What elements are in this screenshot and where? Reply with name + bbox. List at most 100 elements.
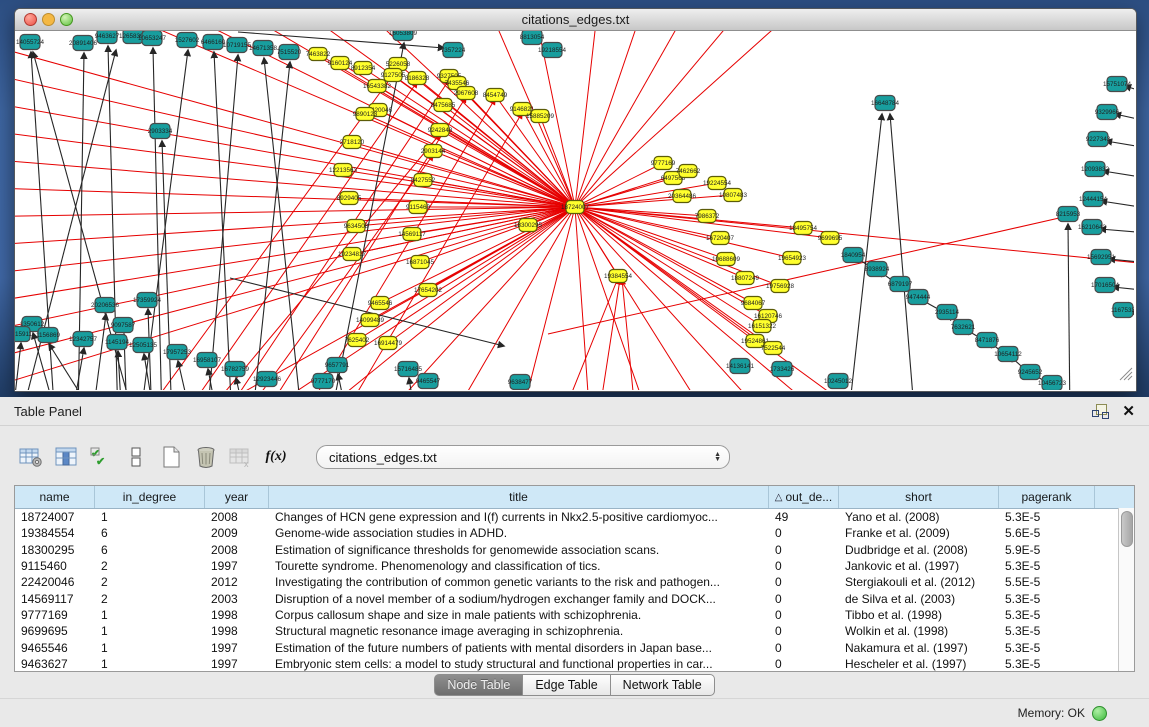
table-cell[interactable]: 0 — [769, 608, 839, 622]
table-cell[interactable]: 5.3E-5 — [999, 559, 1095, 573]
resize-grip[interactable] — [1128, 376, 1132, 380]
table-cell[interactable]: 0 — [769, 526, 839, 540]
selection-mode-icon[interactable]: ✔✔ — [88, 444, 114, 470]
graph-edge[interactable] — [575, 31, 650, 207]
table-row[interactable]: 946362711997Embryonic stem cells: a mode… — [15, 656, 1134, 672]
table-cell[interactable]: 6 — [95, 543, 205, 557]
table-cell[interactable]: 2003 — [205, 592, 269, 606]
function-builder-icon[interactable]: f(x) — [263, 444, 289, 470]
table-cell[interactable]: 1 — [95, 657, 205, 671]
column-chooser-icon[interactable] — [53, 444, 79, 470]
graph-edge[interactable] — [575, 207, 590, 390]
table-cell[interactable]: 5.3E-5 — [999, 657, 1095, 671]
column-header-pagerank[interactable]: pagerank — [999, 486, 1095, 508]
table-cell[interactable]: 9699695 — [15, 624, 95, 638]
graph-edge[interactable] — [575, 207, 755, 341]
table-row[interactable]: 2242004622012Investigating the contribut… — [15, 574, 1134, 590]
graph-edge[interactable] — [575, 31, 600, 207]
graph-edge[interactable] — [71, 348, 84, 390]
table-cell[interactable]: 19384554 — [15, 526, 95, 540]
graph-edge[interactable] — [575, 207, 762, 326]
graph-edge[interactable] — [92, 314, 106, 390]
table-cell[interactable]: 0 — [769, 543, 839, 557]
table-row[interactable]: 1872400712008Changes of HCN gene express… — [15, 509, 1134, 525]
table-cell[interactable]: 18300295 — [15, 543, 95, 557]
column-header-name[interactable]: name — [15, 486, 95, 508]
scrollbar-thumb[interactable] — [1121, 511, 1133, 547]
table-cell[interactable]: 1997 — [205, 641, 269, 655]
graph-edge[interactable] — [264, 58, 302, 390]
close-panel-icon[interactable]: ✕ — [1122, 404, 1135, 419]
tab-network-table[interactable]: Network Table — [611, 674, 715, 696]
tab-node-table[interactable]: Node Table — [434, 674, 523, 696]
table-row[interactable]: 946554611997Estimation of the future num… — [15, 639, 1134, 655]
table-cell[interactable]: 2008 — [205, 543, 269, 557]
table-cell[interactable]: 5.3E-5 — [999, 624, 1095, 638]
column-header-in_degree[interactable]: in_degree — [95, 486, 205, 508]
graph-edge[interactable] — [575, 207, 803, 228]
graph-edge[interactable] — [598, 279, 620, 390]
table-cell[interactable]: 2009 — [205, 526, 269, 540]
column-header-short[interactable]: short — [839, 486, 999, 508]
table-cell[interactable]: Estimation of significance thresholds fo… — [269, 543, 769, 557]
table-cell[interactable]: 1 — [95, 641, 205, 655]
table-cell[interactable]: Estimation of the future numbers of pati… — [269, 641, 769, 655]
table-cell[interactable]: 0 — [769, 641, 839, 655]
table-cell[interactable]: 18724007 — [15, 510, 95, 524]
table-cell[interactable]: 5.3E-5 — [999, 592, 1095, 606]
table-cell[interactable]: Changes of HCN gene expression and I(f) … — [269, 510, 769, 524]
table-cell[interactable]: Franke et al. (2009) — [839, 526, 999, 540]
table-cell[interactable]: 1 — [95, 624, 205, 638]
table-cell[interactable]: Corpus callosum shape and size in male p… — [269, 608, 769, 622]
table-cell[interactable]: 1997 — [205, 559, 269, 573]
table-cell[interactable]: 2 — [95, 559, 205, 573]
network-graph[interactable]: 1872400774638229160124891235452260589127… — [15, 31, 1134, 390]
table-cell[interactable]: 2008 — [205, 510, 269, 524]
table-cell[interactable]: 49 — [769, 510, 839, 524]
table-cell[interactable]: 5.5E-5 — [999, 575, 1095, 589]
graph-edge[interactable] — [214, 52, 232, 390]
table-select-dropdown[interactable]: citations_edges.txt ▲▼ — [316, 445, 730, 469]
resize-grip[interactable] — [1124, 372, 1132, 380]
table-cell[interactable]: 5.3E-5 — [999, 641, 1095, 655]
graph-edge[interactable] — [520, 207, 575, 390]
table-row[interactable]: 969969511998Structural magnetic resonanc… — [15, 623, 1134, 639]
table-cell[interactable]: 9777169 — [15, 608, 95, 622]
table-cell[interactable]: 0 — [769, 559, 839, 573]
table-cell[interactable]: Structural magnetic resonance image aver… — [269, 624, 769, 638]
table-cell[interactable]: 5.3E-5 — [999, 608, 1095, 622]
delete-table-icon[interactable] — [193, 444, 219, 470]
table-cell[interactable]: 1998 — [205, 608, 269, 622]
table-cell[interactable]: 5.9E-5 — [999, 543, 1095, 557]
tab-edge-table[interactable]: Edge Table — [523, 674, 610, 696]
table-cell[interactable]: Jankovic et al. (1997) — [839, 559, 999, 573]
table-cell[interactable]: Disruption of a novel member of a sodium… — [269, 592, 769, 606]
column-header-year[interactable]: year — [205, 486, 269, 508]
column-header-title[interactable]: title — [269, 486, 769, 508]
graph-edge[interactable] — [338, 374, 348, 390]
create-table-icon[interactable] — [158, 444, 184, 470]
table-cell[interactable]: 2 — [95, 575, 205, 589]
table-cell[interactable]: 5.3E-5 — [999, 510, 1095, 524]
table-cell[interactable]: 14569117 — [15, 592, 95, 606]
table-cell[interactable]: 1 — [95, 608, 205, 622]
delete-column-icon[interactable]: x — [228, 444, 254, 470]
table-cell[interactable]: 22420046 — [15, 575, 95, 589]
float-panel-icon[interactable] — [1092, 404, 1108, 419]
graph-edge[interactable] — [240, 155, 433, 390]
table-cell[interactable]: 0 — [769, 592, 839, 606]
graph-edge[interactable] — [15, 207, 575, 247]
table-cell[interactable]: 1 — [95, 510, 205, 524]
table-row[interactable]: 911546021997Tourette syndrome. Phenomeno… — [15, 558, 1134, 574]
table-row[interactable]: 977716911998Corpus callosum shape and si… — [15, 607, 1134, 623]
graph-edge[interactable] — [575, 195, 733, 207]
graph-edge[interactable] — [575, 31, 820, 207]
graph-edge[interactable] — [236, 378, 246, 390]
table-row[interactable]: 1456911722003Disruption of a novel membe… — [15, 590, 1134, 606]
table-row[interactable]: 1938455462009Genome-wide association stu… — [15, 525, 1134, 541]
network-canvas[interactable]: 1872400774638229160124891235452260589127… — [15, 31, 1136, 391]
graph-edge[interactable] — [1068, 224, 1070, 390]
table-cell[interactable]: Yano et al. (2008) — [839, 510, 999, 524]
graph-edge[interactable] — [575, 207, 618, 276]
table-cell[interactable]: 5.6E-5 — [999, 526, 1095, 540]
